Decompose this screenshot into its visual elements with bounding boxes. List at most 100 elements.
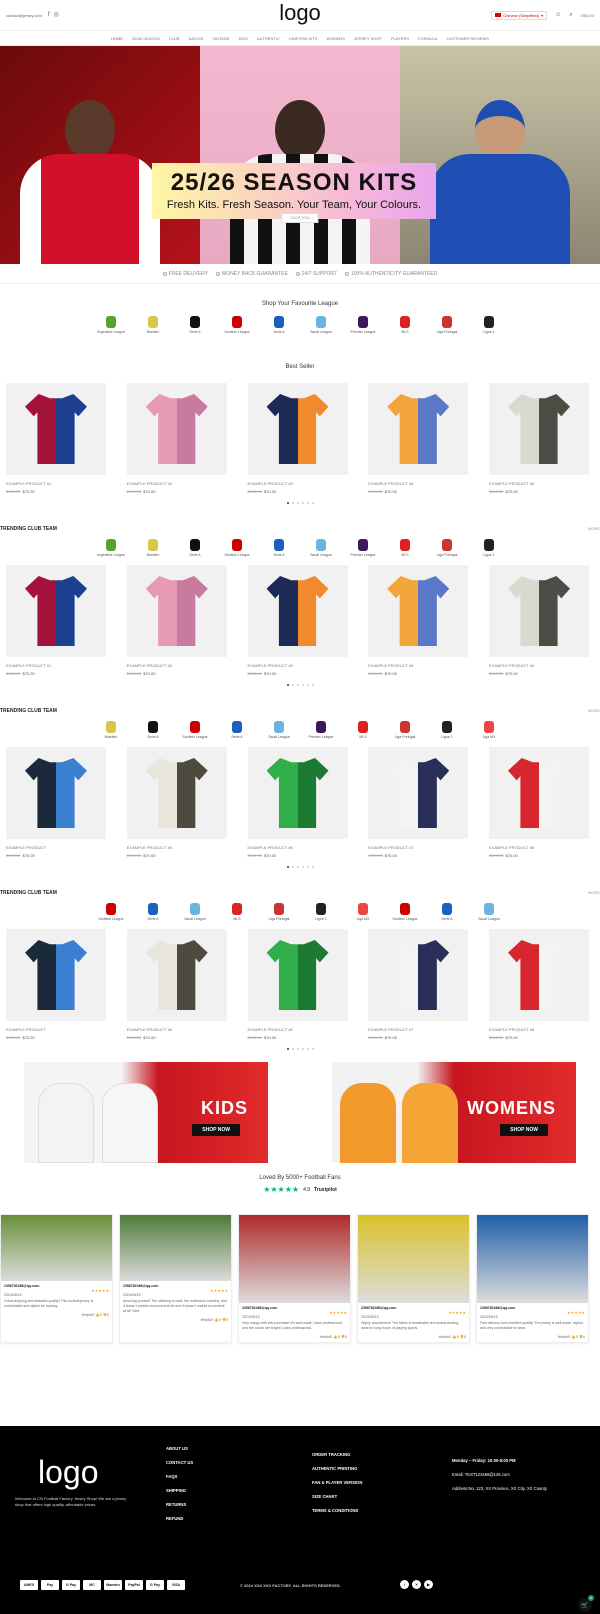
league-item[interactable]: Scottish League <box>223 316 251 334</box>
league-item[interactable]: Serie A <box>139 903 167 921</box>
product-card[interactable]: EXAMPLE PRODUCT #7 $100.00 $70.00 <box>368 747 473 858</box>
more-link[interactable]: MORE <box>588 890 600 896</box>
product-card[interactable]: EXAMPLE PRODUCT #8 $100.00 $70.00 <box>489 929 594 1040</box>
product-card[interactable]: EXAMPLE PRODUCT #5 $100.00 $70.00 <box>489 383 594 494</box>
footer-link[interactable]: SIZE CHART <box>312 1490 362 1504</box>
product-card[interactable]: EXAMPLE PRODUCT #3 $100.00 $70.00 <box>247 383 353 494</box>
product-card[interactable]: EXAMPLE PRODUCT #3 $100.00 $70.00 <box>247 565 353 676</box>
product-title[interactable]: EXAMPLE PRODUCT #2 <box>127 481 232 486</box>
product-card[interactable]: EXAMPLE PRODUCT #2 $100.00 $70.00 <box>126 383 232 494</box>
product-image[interactable] <box>247 565 348 657</box>
helpful-buttons[interactable]: Helpful? 👍0 👎0 <box>361 1335 466 1339</box>
nav-item[interactable]: UNIFORM KITS <box>289 36 318 41</box>
nav-item[interactable]: WOMENS <box>326 36 344 41</box>
footer-link[interactable]: SHIPPING <box>166 1484 193 1498</box>
footer-link[interactable]: RETURNS <box>166 1498 193 1512</box>
nav-item[interactable]: JERSEY SHOP <box>354 36 382 41</box>
league-item[interactable]: Liga Portugal <box>391 721 419 739</box>
league-item[interactable]: Ligue 1 <box>475 539 503 557</box>
facebook-icon[interactable]: f <box>400 1580 409 1589</box>
review-card[interactable]: 2356782468@qq.com ★★★★★ 2024/05/15 Amazing … <box>119 1214 232 1343</box>
x-icon[interactable]: ✕ <box>412 1580 421 1589</box>
league-item[interactable]: Saudi League <box>265 721 293 739</box>
product-image[interactable] <box>368 929 469 1021</box>
product-image[interactable] <box>368 383 469 475</box>
nav-item[interactable]: PLAYERS <box>391 36 409 41</box>
nav-item[interactable]: KIDS <box>239 36 248 41</box>
product-image[interactable] <box>489 383 589 475</box>
product-title[interactable]: EXAMPLE PRODUCT #6 <box>248 1027 353 1032</box>
footer-logo[interactable]: logo <box>38 1454 99 1491</box>
womens-shop-button[interactable]: SHOP NOW <box>500 1124 548 1136</box>
product-image[interactable] <box>6 747 106 839</box>
product-image[interactable] <box>368 565 469 657</box>
league-item[interactable]: Scottish League <box>223 539 251 557</box>
league-item[interactable]: Scottish League <box>97 903 125 921</box>
product-image[interactable] <box>247 929 348 1021</box>
league-item[interactable]: Liga MX <box>475 721 503 739</box>
product-title[interactable]: EXAMPLE PRODUCT #1 <box>6 481 111 486</box>
product-title[interactable]: EXAMPLE PRODUCT #4 <box>368 481 473 486</box>
league-item[interactable]: Serie A <box>265 316 293 334</box>
league-item[interactable]: Saudi League <box>181 903 209 921</box>
league-item[interactable]: Premier League <box>349 316 377 334</box>
product-card[interactable]: EXAMPLE PRODUCT $100.00 $70.00 <box>6 747 111 858</box>
league-item[interactable]: MLS <box>223 903 251 921</box>
product-image[interactable] <box>126 747 227 839</box>
trustpilot-rating[interactable]: ★★★★★ 4.9 Trustpilot <box>0 1185 600 1194</box>
league-item[interactable]: Ligue 1 <box>433 721 461 739</box>
product-card[interactable]: EXAMPLE PRODUCT $100.00 $70.00 <box>6 929 111 1040</box>
more-link[interactable]: MORE <box>588 708 600 714</box>
league-item[interactable]: Brasileir <box>139 316 167 334</box>
helpful-buttons[interactable]: Helpful? 👍0 👎0 <box>480 1335 585 1339</box>
league-item[interactable]: Serie A <box>181 539 209 557</box>
footer-link[interactable]: FAN & PLAYER VERSION <box>312 1476 362 1490</box>
more-link[interactable]: MORE <box>588 526 600 532</box>
product-image[interactable] <box>368 747 469 839</box>
league-item[interactable]: Liga Portugal <box>433 316 461 334</box>
kids-shop-button[interactable]: SHOP NOW <box>192 1124 240 1136</box>
product-card[interactable]: EXAMPLE PRODUCT #6 $100.00 $70.00 <box>247 747 353 858</box>
nav-item[interactable]: Home <box>111 36 123 41</box>
league-item[interactable]: Ligue 1 <box>475 316 503 334</box>
product-card[interactable]: EXAMPLE PRODUCT #4 $100.00 $70.00 <box>368 565 473 676</box>
review-card[interactable]: 2356782468@qq.com ★★★★★ 2024/05/15 Great sh… <box>0 1214 113 1343</box>
product-card[interactable]: EXAMPLE PRODUCT #8 $100.00 $70.00 <box>489 747 594 858</box>
product-image[interactable] <box>247 383 348 475</box>
product-title[interactable]: EXAMPLE PRODUCT #1 <box>6 663 111 668</box>
league-item[interactable]: Serie A <box>265 539 293 557</box>
product-title[interactable]: EXAMPLE PRODUCT #3 <box>248 481 353 486</box>
nav-item[interactable]: FORMULA <box>418 36 438 41</box>
league-item[interactable]: MLS <box>391 316 419 334</box>
product-title[interactable]: EXAMPLE PRODUCT #6 <box>248 845 353 850</box>
footer-link[interactable]: TERMS & CONDITIONS <box>312 1504 362 1518</box>
league-item[interactable]: Serie A <box>139 721 167 739</box>
product-image[interactable] <box>126 565 227 657</box>
helpful-buttons[interactable]: Helpful? 👍0 👎0 <box>123 1318 228 1322</box>
nav-item[interactable]: Nation <box>188 36 203 41</box>
product-image[interactable] <box>6 929 106 1021</box>
kids-promo-banner[interactable]: KIDS SHOP NOW <box>24 1062 268 1163</box>
product-title[interactable]: EXAMPLE PRODUCT #7 <box>368 845 473 850</box>
product-card[interactable]: EXAMPLE PRODUCT #5 $100.00 $70.00 <box>126 747 232 858</box>
product-title[interactable]: EXAMPLE PRODUCT #2 <box>127 663 232 668</box>
product-card[interactable]: EXAMPLE PRODUCT #5 $100.00 $70.00 <box>126 929 232 1040</box>
footer-link[interactable]: FAQS <box>166 1470 193 1484</box>
product-image[interactable] <box>489 565 589 657</box>
hero-shop-button[interactable]: SHOP NOW <box>281 213 319 223</box>
site-logo[interactable]: logo <box>0 0 600 26</box>
product-card[interactable]: EXAMPLE PRODUCT #5 $100.00 $70.00 <box>489 565 594 676</box>
nav-item[interactable]: AUTHENTIC <box>257 36 280 41</box>
footer-link[interactable]: REFUND <box>166 1512 193 1526</box>
league-item[interactable]: Premier League <box>307 721 335 739</box>
floating-cart-button[interactable]: 🛒 0 <box>578 1595 594 1612</box>
carousel-dots[interactable] <box>0 866 600 868</box>
product-image[interactable] <box>126 929 227 1021</box>
footer-link[interactable]: CONTACT US <box>166 1456 193 1470</box>
product-image[interactable] <box>489 747 589 839</box>
league-item[interactable]: Argentina League <box>97 539 125 557</box>
nav-item[interactable]: VINTAGE <box>212 36 229 41</box>
league-item[interactable]: Saudi League <box>307 539 335 557</box>
product-title[interactable]: EXAMPLE PRODUCT #5 <box>127 845 232 850</box>
product-image[interactable] <box>247 747 348 839</box>
